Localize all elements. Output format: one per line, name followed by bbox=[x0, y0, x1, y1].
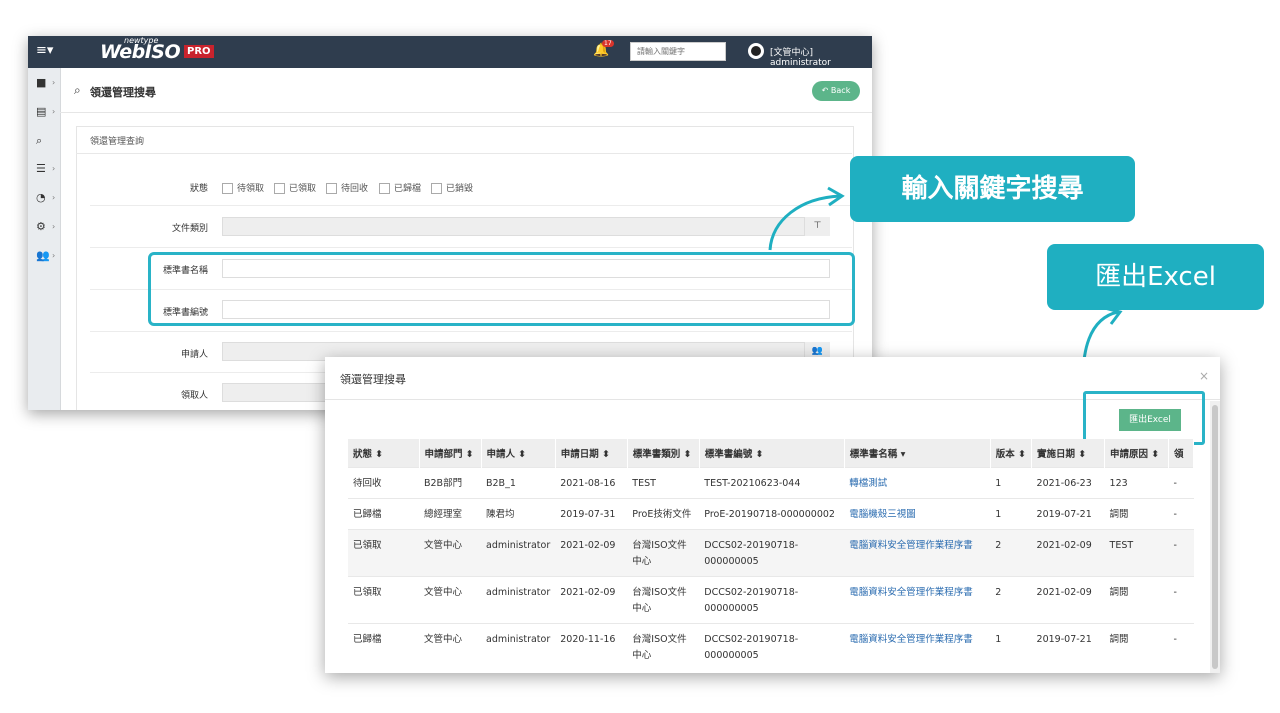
results-table: 狀態 ⬍ 申請部門 ⬍ 申請人 ⬍ 申請日期 ⬍ 標準書類別 ⬍ 標準書編號 ⬍… bbox=[348, 439, 1195, 670]
cell-category: ProE技術文件 bbox=[627, 498, 700, 530]
cell-std-no: DCCS02-20190718-000000005 bbox=[699, 529, 845, 577]
cell-effective-date: 2019-07-21 bbox=[1031, 498, 1105, 530]
cell-status: 已歸檔 bbox=[348, 498, 419, 530]
cell-reason: 調閱 bbox=[1104, 623, 1169, 670]
cell-version: 1 bbox=[990, 623, 1032, 670]
highlight-export-button bbox=[1083, 391, 1205, 445]
cell-effective-date: 2021-06-23 bbox=[1031, 467, 1105, 499]
cell-dept: 總經理室 bbox=[419, 498, 481, 530]
table-header-row: 狀態 ⬍ 申請部門 ⬍ 申請人 ⬍ 申請日期 ⬍ 標準書類別 ⬍ 標準書編號 ⬍… bbox=[348, 439, 1195, 468]
cell-effective-date: 2019-07-21 bbox=[1031, 623, 1105, 670]
results-modal: 領還管理搜尋 × 匯出Excel 狀態 ⬍ 申請部門 ⬍ 申請人 ⬍ 申請日期 … bbox=[325, 357, 1220, 673]
cell-receiver: - bbox=[1168, 529, 1194, 577]
cell-applicant: 陳君均 bbox=[481, 498, 556, 530]
cell-apply-date: 2021-08-16 bbox=[555, 467, 628, 499]
table-row: 已歸檔 文管中心 administrator 2020-11-16 台灣ISO文… bbox=[348, 623, 1194, 670]
column-header[interactable]: 標準書類別 ⬍ bbox=[627, 439, 700, 468]
cell-dept: B2B部門 bbox=[419, 467, 481, 499]
cell-receiver: - bbox=[1168, 576, 1194, 624]
cell-dept: 文管中心 bbox=[419, 529, 481, 577]
modal-title: 領還管理搜尋 bbox=[340, 373, 406, 386]
column-header[interactable]: 申請人 ⬍ bbox=[481, 439, 556, 468]
cell-std-name-link[interactable]: 轉檔測試 bbox=[844, 467, 991, 499]
cell-apply-date: 2020-11-16 bbox=[555, 623, 628, 670]
cell-version: 1 bbox=[990, 467, 1032, 499]
cell-effective-date: 2021-02-09 bbox=[1031, 529, 1105, 577]
cell-std-name-link[interactable]: 電腦資料安全管理作業程序書 bbox=[844, 576, 991, 624]
column-header[interactable]: 標準書編號 ⬍ bbox=[699, 439, 845, 468]
close-icon[interactable]: × bbox=[1199, 369, 1209, 383]
table-row: 已歸檔 總經理室 陳君均 2019-07-31 ProE技術文件 ProE-20… bbox=[348, 498, 1194, 530]
cell-reason: 123 bbox=[1104, 467, 1169, 499]
column-header[interactable]: 版本 ⬍ bbox=[990, 439, 1033, 468]
cell-std-no: DCCS02-20190718-000000005 bbox=[699, 576, 845, 624]
cell-std-name-link[interactable]: 電腦機殼三視圖 bbox=[844, 498, 991, 530]
table-row: 已領取 文管中心 administrator 2021-02-09 台灣ISO文… bbox=[348, 576, 1194, 624]
cell-apply-date: 2021-02-09 bbox=[555, 529, 628, 577]
cell-applicant: B2B_1 bbox=[481, 467, 556, 499]
callout-export-excel: 匯出Excel bbox=[1047, 244, 1264, 310]
cell-status: 已歸檔 bbox=[348, 623, 419, 670]
cell-effective-date: 2021-02-09 bbox=[1031, 576, 1105, 624]
cell-apply-date: 2019-07-31 bbox=[555, 498, 628, 530]
cell-dept: 文管中心 bbox=[419, 623, 481, 670]
cell-dept: 文管中心 bbox=[419, 576, 481, 624]
cell-receiver: - bbox=[1168, 623, 1194, 670]
column-header[interactable]: 狀態 ⬍ bbox=[348, 439, 420, 468]
cell-receiver: - bbox=[1168, 498, 1194, 530]
cell-std-no: TEST-20210623-044 bbox=[699, 467, 845, 499]
cell-std-no: ProE-20190718-000000002 bbox=[699, 498, 845, 530]
cell-version: 2 bbox=[990, 576, 1032, 624]
cell-receiver: - bbox=[1168, 467, 1194, 499]
cell-version: 2 bbox=[990, 529, 1032, 577]
column-header[interactable]: 申請日期 ⬍ bbox=[555, 439, 628, 468]
cell-applicant: administrator bbox=[481, 623, 556, 670]
column-header[interactable]: 標準書名稱 ▾ bbox=[844, 439, 991, 468]
cell-std-no: DCCS02-20190718-000000005 bbox=[699, 623, 845, 670]
column-header[interactable]: 申請部門 ⬍ bbox=[419, 439, 482, 468]
table-row: 待回收 B2B部門 B2B_1 2021-08-16 TEST TEST-202… bbox=[348, 467, 1194, 499]
cell-category: 台灣ISO文件中心 bbox=[627, 623, 700, 670]
cell-apply-date: 2021-02-09 bbox=[555, 576, 628, 624]
cell-std-name-link[interactable]: 電腦資料安全管理作業程序書 bbox=[844, 623, 991, 670]
cell-applicant: administrator bbox=[481, 529, 556, 577]
cell-version: 1 bbox=[990, 498, 1032, 530]
cell-status: 待回收 bbox=[348, 467, 419, 499]
cell-reason: 調閱 bbox=[1104, 498, 1169, 530]
column-header[interactable]: 領 bbox=[1168, 439, 1195, 468]
cell-category: 台灣ISO文件中心 bbox=[627, 529, 700, 577]
cell-reason: TEST bbox=[1104, 529, 1169, 577]
cell-status: 已領取 bbox=[348, 576, 419, 624]
cell-status: 已領取 bbox=[348, 529, 419, 577]
cell-applicant: administrator bbox=[481, 576, 556, 624]
column-header[interactable]: 申請原因 ⬍ bbox=[1104, 439, 1170, 468]
cell-reason: 調閱 bbox=[1104, 576, 1169, 624]
cell-category: 台灣ISO文件中心 bbox=[627, 576, 700, 624]
scrollbar-thumb[interactable] bbox=[1212, 405, 1218, 669]
cell-std-name-link[interactable]: 電腦資料安全管理作業程序書 bbox=[844, 529, 991, 577]
cell-category: TEST bbox=[627, 467, 700, 499]
column-header[interactable]: 實施日期 ⬍ bbox=[1031, 439, 1106, 468]
table-row: 已領取 文管中心 administrator 2021-02-09 台灣ISO文… bbox=[348, 529, 1194, 577]
callout-keyword-search: 輸入關鍵字搜尋 bbox=[850, 156, 1135, 222]
